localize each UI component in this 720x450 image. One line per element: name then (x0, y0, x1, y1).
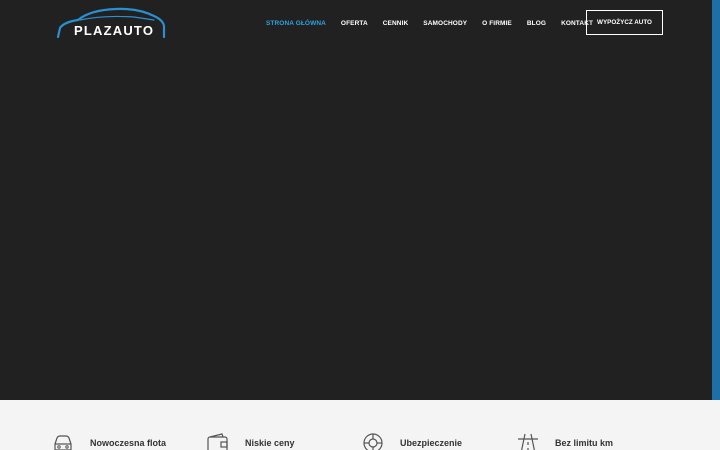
feature-low-prices: Niskie ceny (206, 432, 295, 450)
feature-label: Nowoczesna flota (90, 438, 167, 448)
feature-label: Niskie ceny (245, 438, 295, 448)
hero-accent-bar (712, 0, 720, 400)
features-bar: Nowoczesna flota Niskie ceny Ubezpieczen… (0, 400, 720, 450)
nav-item-cars[interactable]: SAMOCHODY (423, 20, 467, 27)
feature-label: Ubezpieczenie (400, 438, 463, 448)
car-icon (54, 435, 72, 450)
road-icon (518, 433, 538, 450)
feature-unlimited-km: Bez limitu km (516, 432, 613, 450)
feature-label: Bez limitu km (555, 438, 614, 448)
feature-insurance: Ubezpieczenie (361, 432, 462, 450)
lifebuoy-icon (363, 433, 383, 450)
logo-text: PLAZAUTO (74, 23, 155, 38)
site-logo[interactable]: PLAZAUTO (56, 6, 168, 40)
hero-banner: PLAZAUTO STRONA GŁÓWNA OFERTA CENNIK SAM… (0, 0, 720, 400)
feature-modern-fleet: Nowoczesna flota (51, 432, 166, 450)
nav-item-offer[interactable]: OFERTA (341, 20, 368, 27)
main-nav: STRONA GŁÓWNA OFERTA CENNIK SAMOCHODY O … (266, 18, 593, 28)
wallet-icon (207, 433, 228, 450)
nav-item-blog[interactable]: BLOG (527, 20, 546, 27)
nav-item-about[interactable]: O FIRMIE (482, 20, 512, 27)
rent-car-button[interactable]: WYPOŻYCZ AUTO (586, 10, 663, 35)
nav-item-home[interactable]: STRONA GŁÓWNA (266, 20, 326, 27)
nav-item-pricing[interactable]: CENNIK (383, 20, 409, 27)
